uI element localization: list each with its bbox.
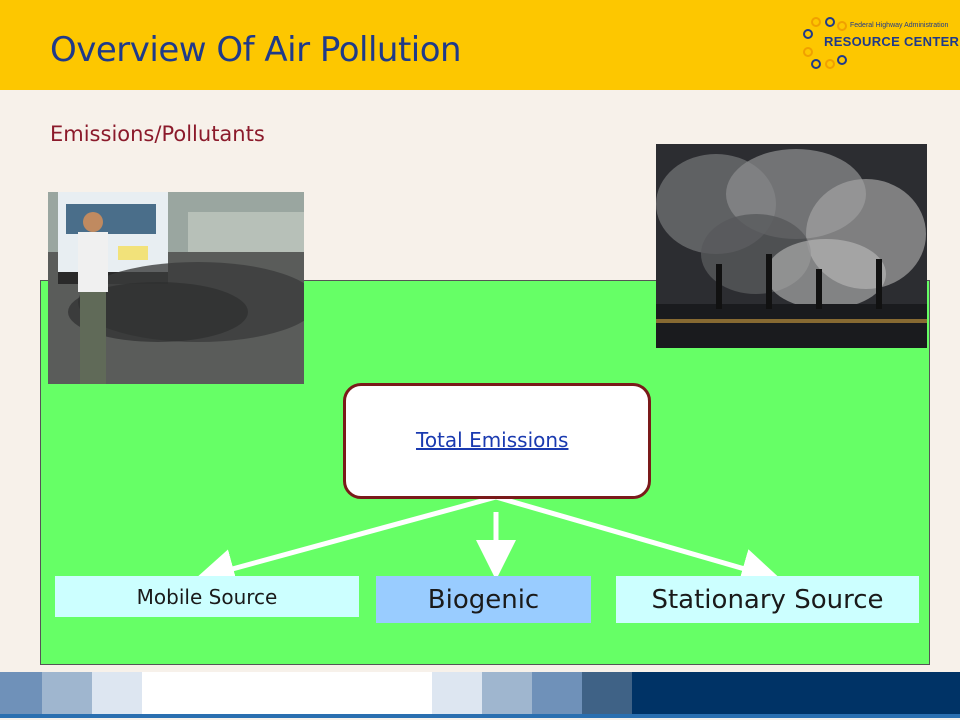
footer-color-bar	[0, 672, 960, 714]
footer-block	[0, 672, 42, 714]
slide-subtitle: Emissions/Pollutants	[50, 122, 265, 146]
footer-block	[582, 672, 632, 714]
footer-line	[0, 714, 960, 718]
factory-smokestacks-photo	[656, 144, 927, 348]
biogenic-box: Biogenic	[376, 576, 591, 623]
footer-block	[632, 672, 960, 714]
footer-block	[92, 672, 142, 714]
footer-block	[482, 672, 532, 714]
footer-block	[142, 672, 432, 714]
total-emissions-box: Total Emissions	[343, 383, 651, 499]
mobile-source-box: Mobile Source	[55, 576, 359, 617]
logo-name-text: RESOURCE CENTER	[824, 34, 960, 49]
header-bar: Overview Of Air Pollution Federal Highwa…	[0, 0, 960, 90]
resource-center-logo: Federal Highway Administration RESOURCE …	[802, 16, 959, 72]
total-emissions-link[interactable]: Total Emissions	[416, 428, 568, 452]
footer-block	[42, 672, 92, 714]
bus-exhaust-photo	[48, 192, 304, 384]
stationary-source-box: Stationary Source	[616, 576, 919, 623]
footer-block	[432, 672, 482, 714]
slide-title: Overview Of Air Pollution	[50, 30, 462, 70]
logo-agency-text: Federal Highway Administration	[850, 22, 949, 29]
footer-block	[532, 672, 582, 714]
